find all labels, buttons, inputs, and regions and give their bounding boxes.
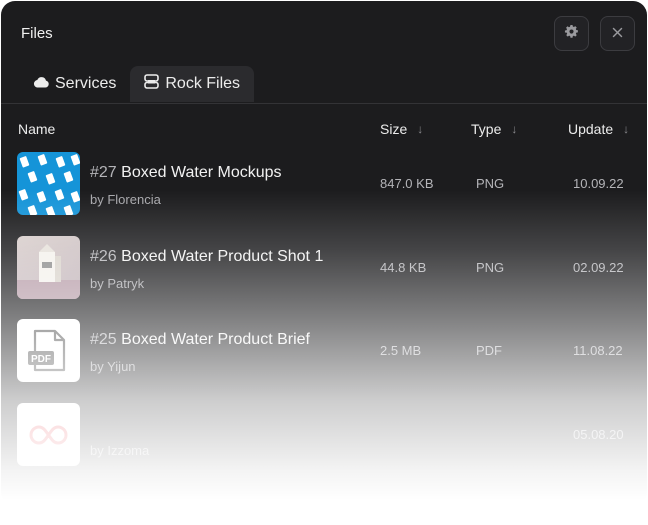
- pattern-thumbnail: [17, 152, 80, 215]
- gear-icon: [564, 24, 579, 44]
- file-type: PDF: [476, 343, 502, 358]
- file-date: 05.08.20: [573, 427, 624, 442]
- file-author: by Patryk: [90, 276, 145, 291]
- tab-label: Services: [55, 75, 117, 92]
- close-icon: [612, 25, 623, 43]
- tab-label: Rock Files: [165, 75, 241, 92]
- file-type: PNG: [476, 176, 505, 191]
- table-row[interactable]: by Izzoma 05.08.20: [1, 403, 647, 467]
- column-header-update[interactable]: Update ↓: [568, 121, 629, 137]
- tab-services[interactable]: Services: [19, 66, 130, 102]
- file-name: #27 Boxed Water Mockups: [90, 164, 282, 182]
- close-button[interactable]: [600, 16, 635, 51]
- file-title: Boxed Water Mockups: [121, 164, 282, 181]
- svg-text:PDF: PDF: [31, 354, 51, 365]
- window-title: Files: [21, 25, 53, 42]
- product-photo-thumbnail: [17, 236, 80, 299]
- arrow-down-icon: ↓: [417, 122, 424, 136]
- pdf-icon: PDF: [28, 329, 66, 372]
- table-row[interactable]: PDF #25 Boxed Water Product Brief by Yij…: [1, 319, 647, 383]
- file-size: 2.5 MB: [380, 343, 422, 358]
- tab-bar: Services Rock Files: [19, 66, 255, 102]
- file-author: by Yijun: [90, 359, 136, 374]
- file-author: by Izzoma: [90, 443, 150, 458]
- column-header-name: Name: [18, 121, 55, 137]
- settings-button[interactable]: [554, 16, 589, 51]
- file-number: #25: [90, 331, 117, 348]
- creative-cloud-thumbnail: [17, 403, 80, 466]
- divider: [1, 103, 647, 104]
- file-title: Boxed Water Product Shot 1: [121, 248, 324, 265]
- table-row[interactable]: #27 Boxed Water Mockups by Florencia 847…: [1, 152, 647, 216]
- creative-cloud-icon: [29, 425, 68, 445]
- file-name: #25 Boxed Water Product Brief: [90, 331, 310, 349]
- file-author: by Florencia: [90, 192, 161, 207]
- column-label: Name: [18, 121, 56, 137]
- arrow-down-icon: ↓: [511, 122, 518, 136]
- pdf-thumbnail: PDF: [17, 319, 80, 382]
- column-header-type[interactable]: Type ↓: [471, 121, 517, 137]
- table-row[interactable]: #26 Boxed Water Product Shot 1 by Patryk…: [1, 236, 647, 300]
- file-date: 10.09.22: [573, 176, 624, 191]
- arrow-down-icon: ↓: [623, 122, 630, 136]
- file-title: Boxed Water Product Brief: [121, 331, 310, 348]
- files-window: Files Services Rock Files Name Size ↓ Ty…: [1, 1, 647, 506]
- file-size: 847.0 KB: [380, 176, 434, 191]
- column-label: Update: [568, 121, 614, 137]
- cloud-icon: [33, 75, 49, 93]
- file-date: 02.09.22: [573, 260, 624, 275]
- tab-rock-files[interactable]: Rock Files: [130, 66, 255, 102]
- file-number: #26: [90, 248, 117, 265]
- file-number: #27: [90, 164, 117, 181]
- file-name: #26 Boxed Water Product Shot 1: [90, 248, 323, 266]
- column-label: Type: [471, 121, 502, 137]
- file-date: 11.08.22: [573, 343, 623, 358]
- storage-icon: [144, 74, 160, 94]
- column-header-size[interactable]: Size ↓: [380, 121, 423, 137]
- file-size: 44.8 KB: [380, 260, 427, 275]
- column-label: Size: [380, 121, 408, 137]
- file-type: PNG: [476, 260, 505, 275]
